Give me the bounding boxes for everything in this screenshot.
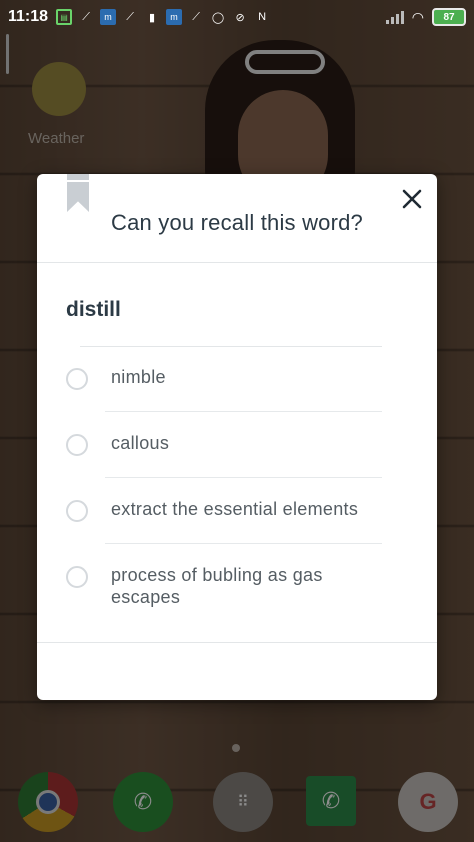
answer-option-label: process of bubling as gas escapes xyxy=(111,565,323,607)
app-icon: ⟋ xyxy=(126,10,134,23)
wifi-icon: ◠ xyxy=(411,8,424,25)
answer-option-label: nimble xyxy=(111,367,166,387)
divider xyxy=(80,346,382,347)
bank-icon: m xyxy=(166,9,183,25)
option-separator xyxy=(105,477,382,478)
close-icon xyxy=(402,189,422,209)
whatsapp-icon: ◯ xyxy=(211,11,225,24)
app-icon: ⟋ xyxy=(192,10,200,23)
option-separator xyxy=(105,411,382,412)
bank-icon: m xyxy=(100,9,117,25)
answer-option-4[interactable]: process of bubling as gas escapes xyxy=(37,564,437,614)
close-button[interactable] xyxy=(399,186,425,212)
answer-option-3[interactable]: extract the essential elements xyxy=(37,498,437,534)
radio-button[interactable] xyxy=(66,434,88,456)
notification-icons: ▤ ⟋ m ⟋ ▮ m ⟋ ◯ ⊘ N xyxy=(56,9,270,25)
radio-button[interactable] xyxy=(66,566,88,588)
answer-option-1[interactable]: nimble xyxy=(37,366,437,402)
dialog-title: Can you recall this word? xyxy=(110,210,363,235)
divider xyxy=(37,262,437,263)
signal-icon xyxy=(385,10,404,24)
sim-icon: ▤ xyxy=(56,9,73,25)
bookmark-icon-detail xyxy=(67,180,89,182)
status-bar: 11:18 ▤ ⟋ m ⟋ ▮ m ⟋ ◯ ⊘ N ◠ 87 xyxy=(0,0,474,34)
answer-option-label: extract the essential elements xyxy=(111,499,359,519)
radio-button[interactable] xyxy=(66,500,88,522)
quiz-word: distill xyxy=(66,298,121,321)
status-time: 11:18 xyxy=(8,8,49,25)
battery-level: 87 xyxy=(443,11,455,23)
app-icon: ⟋ xyxy=(82,10,90,23)
answer-option-2[interactable]: callous xyxy=(37,432,437,468)
book-icon: ▮ xyxy=(149,11,156,24)
option-separator xyxy=(105,543,382,544)
news-icon: N xyxy=(258,11,267,23)
block-icon: ⊘ xyxy=(235,11,245,24)
answer-option-label: callous xyxy=(111,433,170,453)
recall-dialog: Can you recall this word? distill nimble… xyxy=(37,174,437,700)
radio-button[interactable] xyxy=(66,368,88,390)
divider xyxy=(37,642,437,643)
battery-icon: 87 xyxy=(432,8,466,26)
